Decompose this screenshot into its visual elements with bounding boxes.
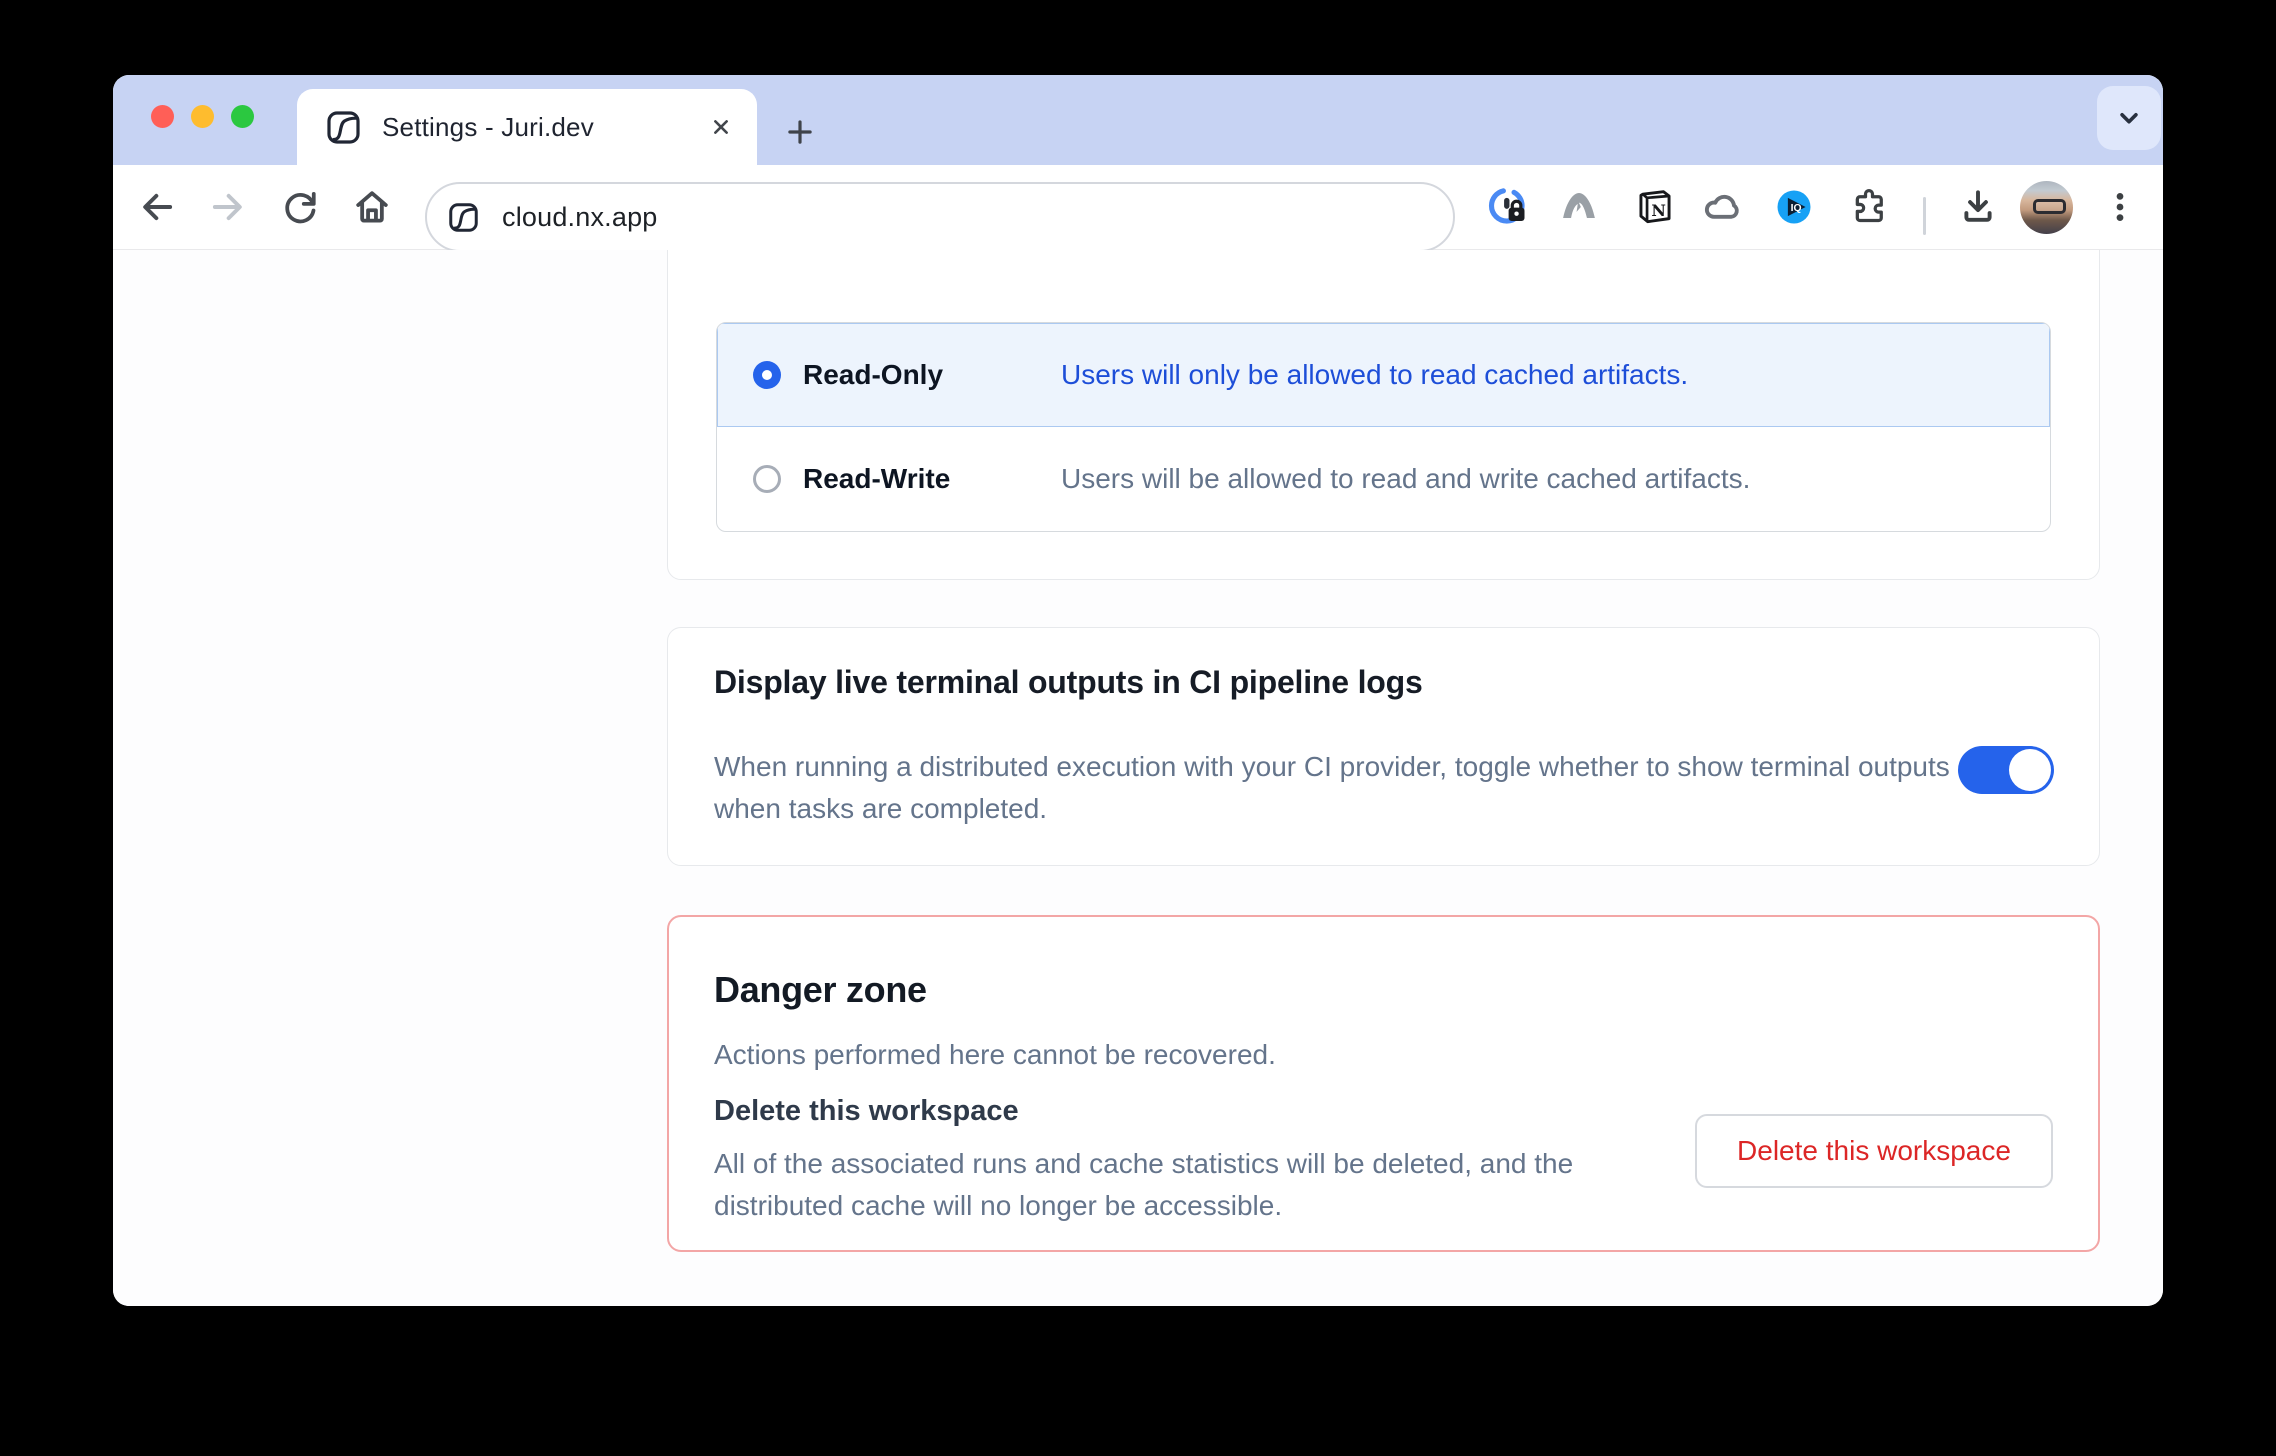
access-level-table: Read-Only Users will only be allowed to …: [716, 322, 2051, 532]
access-description: Users will only be allowed to read cache…: [1061, 359, 1688, 391]
delete-workspace-title: Delete this workspace: [714, 1095, 1019, 1128]
traffic-lights: [151, 105, 254, 128]
back-button[interactable]: [133, 183, 181, 231]
access-label: Read-Write: [803, 463, 950, 495]
nordvpn-extension-icon[interactable]: [1555, 183, 1603, 231]
tab-title: Settings - Juri.dev: [382, 112, 703, 143]
tab-settings[interactable]: Settings - Juri.dev: [297, 89, 757, 165]
terminal-output-card: Display live terminal outputs in CI pipe…: [667, 627, 2100, 866]
page-content: token? Learn more. Read-Only Users will …: [113, 250, 2163, 1306]
browser-menu-button[interactable]: [2096, 183, 2144, 231]
downloads-button[interactable]: [1954, 183, 2002, 231]
browser-window: Settings - Juri.dev: [113, 75, 2163, 1306]
nx-cloud-favicon-icon: [327, 111, 360, 144]
danger-zone-title: Danger zone: [714, 969, 927, 1011]
access-row-read-only[interactable]: Read-Only Users will only be allowed to …: [717, 323, 2050, 427]
svg-text:IQ: IQ: [1791, 203, 1802, 214]
address-bar[interactable]: cloud.nx.app: [425, 182, 1455, 252]
access-description: Users will be allowed to read and write …: [1061, 463, 1750, 495]
radio-unselected-icon[interactable]: [753, 465, 781, 493]
notion-extension-icon[interactable]: N: [1631, 183, 1679, 231]
extensions-puzzle-icon[interactable]: [1845, 183, 1893, 231]
onepassword-extension-icon[interactable]: [1484, 183, 1532, 231]
reload-button[interactable]: [276, 183, 324, 231]
zoom-window-button[interactable]: [231, 105, 254, 128]
terminal-card-description: When running a distributed execution wit…: [714, 746, 1954, 830]
danger-zone-subtitle: Actions performed here cannot be recover…: [714, 1039, 1276, 1071]
terminal-output-toggle[interactable]: [1958, 746, 2054, 794]
chevron-down-icon: [2112, 101, 2146, 135]
access-row-read-write[interactable]: Read-Write Users will be allowed to read…: [717, 427, 2050, 531]
new-tab-button[interactable]: [779, 111, 821, 153]
tab-close-icon[interactable]: [703, 109, 739, 145]
svg-text:N: N: [1651, 201, 1666, 220]
tab-strip: Settings - Juri.dev: [113, 75, 2163, 165]
close-window-button[interactable]: [151, 105, 174, 128]
tab-search-chevron-button[interactable]: [2097, 86, 2161, 150]
terminal-card-title: Display live terminal outputs in CI pipe…: [714, 664, 1423, 701]
profile-avatar[interactable]: [2020, 181, 2073, 234]
access-level-card: Read-Only Users will only be allowed to …: [667, 250, 2100, 580]
cloud-sync-extension-icon[interactable]: [1698, 183, 1746, 231]
radio-selected-icon[interactable]: [753, 361, 781, 389]
minimize-window-button[interactable]: [191, 105, 214, 128]
nx-cloud-site-icon: [449, 203, 478, 232]
desktop-background: Settings - Juri.dev: [0, 0, 2276, 1456]
delete-workspace-button[interactable]: Delete this workspace: [1695, 1114, 2053, 1188]
home-button[interactable]: [348, 183, 396, 231]
toolbar-divider: [1923, 197, 1926, 235]
iq-player-extension-icon[interactable]: IQ: [1770, 183, 1818, 231]
danger-zone-card: Danger zone Actions performed here canno…: [667, 915, 2100, 1252]
url-text: cloud.nx.app: [502, 202, 658, 233]
access-label: Read-Only: [803, 359, 943, 391]
forward-button[interactable]: [204, 183, 252, 231]
delete-workspace-description: All of the associated runs and cache sta…: [714, 1143, 1614, 1227]
toggle-knob: [2009, 749, 2051, 791]
browser-toolbar: cloud.nx.app N: [113, 165, 2163, 250]
